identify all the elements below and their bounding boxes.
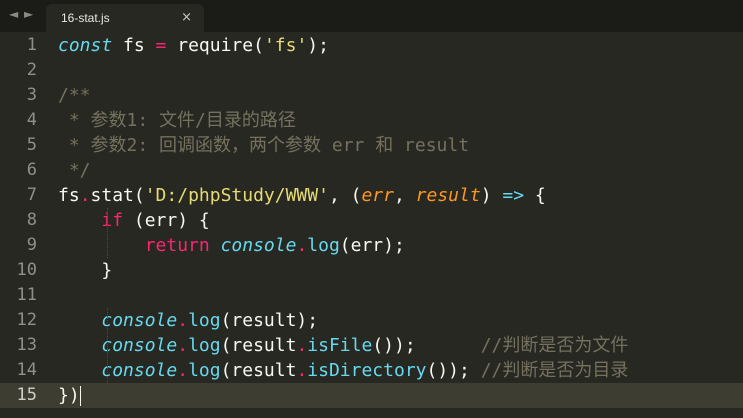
code-line[interactable]: }) [58, 383, 81, 408]
code-line[interactable]: const fs = require('fs'); [58, 33, 329, 58]
line-number-gutter: 1 2 3 4 5 6 7 8 9 10 11 12 13 14 15 [0, 32, 50, 418]
code-token: (err) { [123, 210, 210, 231]
line-number: 8 [26, 210, 37, 230]
code-token: log [188, 310, 221, 331]
code-editor[interactable]: 1 2 3 4 5 6 7 8 9 10 11 12 13 14 15 const fs = require… [0, 32, 743, 418]
close-icon[interactable]: × [181, 10, 192, 25]
code-token: if [101, 210, 124, 231]
code-token: /** [58, 85, 91, 106]
code-token: fs [58, 185, 80, 206]
code-token: . [296, 235, 308, 256]
tab-16-stat-js[interactable]: 16-stat.js × [46, 4, 204, 32]
code-token: require( [166, 35, 264, 56]
text-cursor [79, 386, 81, 406]
line-number: 15 [16, 385, 37, 405]
code-token: result [415, 185, 481, 206]
code-token: 'D:/phpStudy/WWW' [144, 185, 329, 206]
code-token: . [177, 335, 189, 356]
line-number: 9 [26, 235, 37, 255]
code-token: }) [58, 385, 80, 406]
code-token: (result); [220, 310, 319, 331]
code-line[interactable]: */ [58, 158, 91, 183]
code-token: stat( [90, 185, 145, 206]
code-token: * 参数1: 文件/目录的路径 [58, 110, 296, 131]
code-token: , [393, 185, 416, 206]
code-token: return [144, 235, 210, 256]
code-token: console [101, 335, 178, 356]
code-token: //判断是否为文件 [480, 335, 629, 356]
tab-forward-arrow-icon[interactable]: ► [24, 7, 33, 21]
code-token: log [188, 360, 221, 381]
line-number: 10 [16, 260, 37, 280]
current-line-highlight [0, 383, 743, 408]
code-token: err [361, 185, 394, 206]
indent-guide [107, 208, 108, 258]
code-token: { [524, 185, 546, 206]
line-number: 3 [26, 85, 37, 105]
code-token: ()); [372, 335, 481, 356]
line-number: 11 [16, 285, 37, 305]
code-token: isFile [307, 335, 373, 356]
code-token: */ [58, 160, 91, 181]
code-line[interactable]: return console.log(err); [58, 233, 405, 258]
line-number: 2 [26, 60, 37, 80]
code-token: ); [307, 35, 329, 56]
code-token: , ( [328, 185, 362, 206]
code-line[interactable]: } [58, 258, 112, 283]
code-token: . [296, 335, 308, 356]
tab-back-arrow-icon[interactable]: ◄ [9, 7, 18, 21]
code-token: => [502, 185, 525, 206]
code-line[interactable]: fs.stat('D:/phpStudy/WWW', (err, result)… [58, 183, 546, 208]
code-line[interactable]: console.log(result.isDirectory()); //判断是… [58, 358, 628, 383]
code-token: //判断是否为目录 [480, 360, 629, 381]
code-token: isDirectory [307, 360, 427, 381]
code-token: const [58, 35, 113, 56]
code-token: } [58, 260, 113, 281]
code-token: log [188, 335, 221, 356]
code-line[interactable]: console.log(result); [58, 308, 318, 333]
code-line[interactable]: /** [58, 83, 91, 108]
code-token: . [177, 360, 189, 381]
code-token: log [307, 235, 340, 256]
line-number: 1 [26, 35, 37, 55]
indent-guide [107, 308, 108, 383]
code-line[interactable]: console.log(result.isFile()); //判断是否为文件 [58, 333, 628, 358]
code-token: . [177, 310, 189, 331]
code-line[interactable]: if (err) { [58, 208, 210, 233]
code-token: = [155, 35, 167, 56]
code-token: 'fs' [263, 35, 308, 56]
line-number: 12 [16, 310, 37, 330]
tab-title: 16-stat.js [61, 11, 110, 25]
code-token: fs [112, 35, 156, 56]
line-number: 6 [26, 160, 37, 180]
code-token: (result [220, 360, 297, 381]
code-token: console [220, 235, 297, 256]
code-token: console [101, 360, 178, 381]
code-token: (err); [339, 235, 405, 256]
line-number: 5 [26, 135, 37, 155]
code-token: ()); [426, 360, 481, 381]
code-token: ) [480, 185, 503, 206]
code-line[interactable]: * 参数2: 回调函数，两个参数 err 和 result [58, 133, 469, 158]
line-number: 7 [26, 185, 37, 205]
code-token: * 参数2: 回调函数，两个参数 err 和 result [58, 135, 470, 156]
code-token: . [296, 360, 308, 381]
line-number: 13 [16, 335, 37, 355]
code-token: console [101, 310, 178, 331]
line-number: 14 [16, 360, 37, 380]
tab-bar: ◄ ► 16-stat.js × [0, 0, 743, 32]
code-token: (result [220, 335, 297, 356]
code-line[interactable]: * 参数1: 文件/目录的路径 [58, 108, 296, 133]
code-token: . [79, 185, 91, 206]
line-number: 4 [26, 110, 37, 130]
